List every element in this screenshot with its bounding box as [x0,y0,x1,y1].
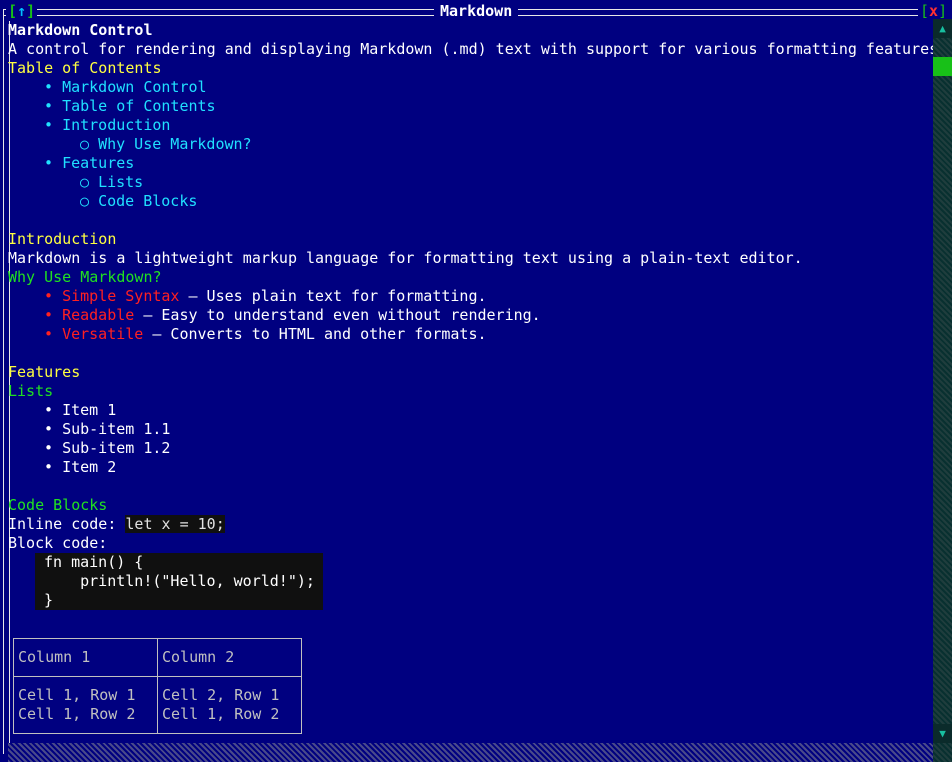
scroll-down-arrow-icon[interactable]: ▼ [933,724,952,743]
markdown-content: Markdown Control A control for rendering… [8,21,933,743]
block-code-label: Block code: [8,534,108,552]
table-cell: Cell 1, Row 1 [18,686,136,704]
up-arrow-icon: ↑ [17,2,27,20]
vertical-scrollbar[interactable]: ▲ ▼ [933,19,952,743]
toc-link-table-of-contents[interactable]: • Table of Contents [8,97,933,116]
table-cell: Cell 1, Row 2 [162,705,280,723]
toc-heading: Table of Contents [8,59,162,77]
scroll-up-arrow-icon[interactable]: ▲ [933,19,952,38]
list-item: • Sub-item 1.1 [44,420,171,438]
bottom-border-strip [8,743,933,762]
why-item: • Readable – Easy to understand even wit… [44,306,541,324]
resize-corner[interactable] [933,743,952,762]
code-line: println!("Hello, world!"); [44,572,315,590]
code-line: fn main() { [44,553,144,571]
features-heading: Features [8,363,81,381]
inline-code-line: Inline code: let x = 10; [8,515,225,533]
toc-link-markdown-control[interactable]: • Markdown Control [8,78,933,97]
code-line: } [44,591,54,609]
code-block: fn main() { println!("Hello, world!"); } [35,553,323,610]
table-header-cell: Column 2 [162,648,235,666]
toc-link-code-blocks[interactable]: ○ Code Blocks [8,192,933,211]
introduction-heading: Introduction [8,230,117,248]
why-item: • Simple Syntax – Uses plain text for fo… [44,287,487,305]
toc-link-why-use-markdown[interactable]: ○ Why Use Markdown? [8,135,933,154]
doc-intro: A control for rendering and displaying M… [8,40,933,58]
list-item: • Item 1 [44,401,117,419]
toc-link-features[interactable]: • Features [8,154,933,173]
close-icon: x [929,2,939,20]
toc-link-introduction[interactable]: • Introduction [8,116,933,135]
introduction-text: Markdown is a lightweight markup languag… [8,249,803,267]
list-item: • Sub-item 1.2 [44,439,171,457]
scroll-up-button[interactable]: [↑] [6,2,38,21]
markdown-window: [↑] Markdown [x] Markdown Control A cont… [0,0,952,762]
table-cell: Cell 1, Row 2 [18,705,136,723]
table-row: Cell 1, Row 1 Cell 1, Row 2 Cell 2, Row … [13,676,302,734]
lists-heading: Lists [8,382,54,400]
table-cell: Cell 2, Row 1 [162,686,280,704]
table-header-row: Column 1 Column 2 [13,638,302,677]
table-header-cell: Column 1 [18,648,91,666]
markdown-table: Column 1 Column 2 Cell 1, Row 1 Cell 1, … [13,638,302,734]
why-item: • Versatile – Converts to HTML and other… [44,325,487,343]
why-heading: Why Use Markdown? [8,268,162,286]
list-item: • Item 2 [44,458,117,476]
scrollbar-thumb[interactable] [933,57,952,76]
doc-title: Markdown Control [8,21,153,39]
window-title: Markdown [434,2,519,21]
code-blocks-heading: Code Blocks [8,496,108,514]
toc-link-lists[interactable]: ○ Lists [8,173,933,192]
inline-code: let x = 10; [125,515,225,533]
